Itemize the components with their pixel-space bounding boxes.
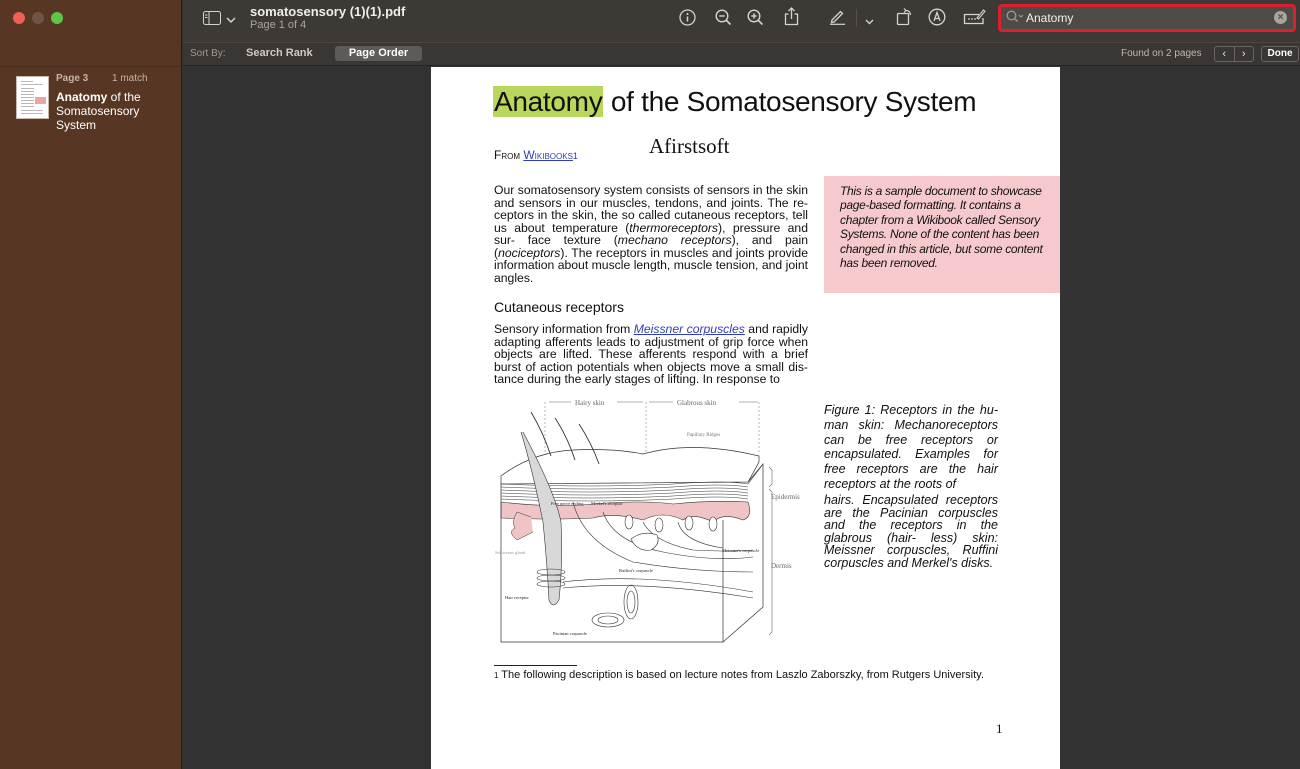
- free-nerve-label: Free nerve ending: [551, 501, 584, 506]
- sidebar-icon: [203, 11, 221, 25]
- form-fill-button[interactable]: [963, 8, 986, 29]
- next-result-button[interactable]: ›: [1235, 47, 1254, 61]
- done-button[interactable]: Done: [1261, 46, 1299, 62]
- zoom-out-icon: [715, 9, 732, 26]
- section-heading: Cutaneous receptors: [494, 299, 624, 315]
- search-results-bar: Sort By: Search Rank Page Order Found on…: [183, 42, 1300, 66]
- search-field[interactable]: Anatomy ×: [998, 4, 1296, 32]
- page-indicator: Page 1 of 4: [250, 19, 307, 31]
- share-icon: [784, 7, 799, 26]
- search-result-item[interactable]: Page 3 1 match Anatomy of the Somatosens…: [16, 72, 178, 132]
- footnote-text: The following description is based on le…: [498, 669, 984, 681]
- skin-receptors-figure: Hairy skin Glabrous skin Papillary Ridge…: [493, 392, 813, 650]
- clear-search-icon[interactable]: ×: [1274, 11, 1287, 24]
- rotate-button[interactable]: [896, 7, 913, 30]
- toolbar: somatosensory (1)(1).pdf Page 1 of 4 Ana…: [183, 0, 1300, 42]
- close-window-button[interactable]: [13, 12, 25, 24]
- sebaceous-label: Sebaceous gland: [495, 550, 526, 555]
- sort-by-label: Sort By:: [190, 48, 226, 59]
- footnote-ref: 1: [572, 151, 578, 161]
- heading-rest: of the Somatosensory System: [603, 86, 977, 117]
- dermis-label: Dermis: [771, 562, 792, 570]
- sidebar-view-chevron-icon[interactable]: [226, 12, 236, 28]
- wikibooks-link[interactable]: Wikibooks: [523, 148, 573, 162]
- result-match-word: Anatomy: [56, 90, 108, 104]
- pdf-page: Anatomy of the Somatosensory System From…: [431, 67, 1060, 769]
- hairy-skin-label: Hairy skin: [575, 399, 605, 407]
- annotate-button[interactable]: [928, 8, 946, 30]
- search-results-sidebar: Page 3 1 match Anatomy of the Somatosens…: [0, 0, 182, 769]
- page-number: 1: [996, 721, 1003, 736]
- toolbar-separator: [856, 9, 857, 27]
- result-snippet: Anatomy of the Somatosensory System: [56, 90, 174, 132]
- cutaneous-paragraph: Sensory information from Meissner corpus…: [494, 323, 808, 386]
- search-icon[interactable]: [1006, 10, 1024, 26]
- markup-button[interactable]: [829, 8, 846, 29]
- sidebar-divider: [0, 66, 182, 67]
- window-controls: [13, 12, 63, 24]
- ruffini-label: Ruffini's corpuscle: [619, 568, 653, 573]
- hair-receptor-label: Hair receptor: [505, 595, 529, 600]
- share-button[interactable]: [784, 7, 799, 30]
- merkel-label: Merkel's receptor: [591, 501, 623, 506]
- zoom-window-button[interactable]: [51, 12, 63, 24]
- sidebar-toggle-button[interactable]: [203, 11, 221, 29]
- papillary-ridges-label: Papillary Ridges: [687, 433, 720, 438]
- markup-options-button[interactable]: [865, 13, 874, 29]
- intro-paragraph: Our somatosensory system consists of sen…: [494, 184, 808, 284]
- author-name: Afirstsoft: [649, 134, 730, 158]
- zoom-out-button[interactable]: [715, 9, 732, 30]
- from-label: From: [494, 148, 520, 162]
- sort-page-order-button[interactable]: Page Order: [335, 46, 422, 61]
- markup-pen-icon: [830, 10, 845, 25]
- figure-caption: Figure 1: Receptors in the hu- man skin:…: [824, 403, 998, 491]
- rotate-icon: [896, 8, 912, 26]
- epidermis-label: Epidermis: [771, 493, 800, 501]
- page-thumbnail: [16, 76, 49, 119]
- document-title: somatosensory (1)(1).pdf: [250, 4, 406, 19]
- annotate-icon: [928, 8, 946, 26]
- sample-note-box: This is a sample document to showcase pa…: [824, 176, 1060, 293]
- result-navigation: ‹ ›: [1214, 46, 1254, 62]
- document-heading: Anatomy of the Somatosensory System: [493, 86, 977, 118]
- result-match-count: 1 match: [112, 73, 148, 84]
- figure-caption-continued: hairs. Encapsulated receptors are the Pa…: [824, 493, 998, 570]
- search-highlight: Anatomy: [493, 86, 604, 117]
- info-button[interactable]: [679, 9, 696, 30]
- previous-result-button[interactable]: ‹: [1215, 47, 1235, 61]
- chevron-down-icon: [865, 19, 874, 25]
- minimize-window-button[interactable]: [32, 12, 44, 24]
- zoom-in-icon: [747, 9, 764, 26]
- footnote: 1 The following description is based on …: [494, 669, 984, 681]
- sort-search-rank-button[interactable]: Search Rank: [246, 47, 313, 59]
- found-count-label: Found on 2 pages: [1121, 48, 1202, 59]
- pacinian-label: Pacinian corpuscle: [553, 631, 587, 636]
- zoom-in-button[interactable]: [747, 9, 764, 30]
- form-fill-icon: [963, 9, 986, 25]
- glabrous-skin-label: Glabrous skin: [677, 399, 717, 407]
- footnote-rule: [494, 665, 577, 666]
- info-icon: [679, 9, 696, 26]
- source-line: From Wikibooks1: [494, 148, 578, 162]
- meissner-label: Meissner's corpuscle: [722, 548, 759, 553]
- search-input[interactable]: Anatomy: [1026, 11, 1073, 25]
- result-page-label: Page 3: [56, 73, 89, 84]
